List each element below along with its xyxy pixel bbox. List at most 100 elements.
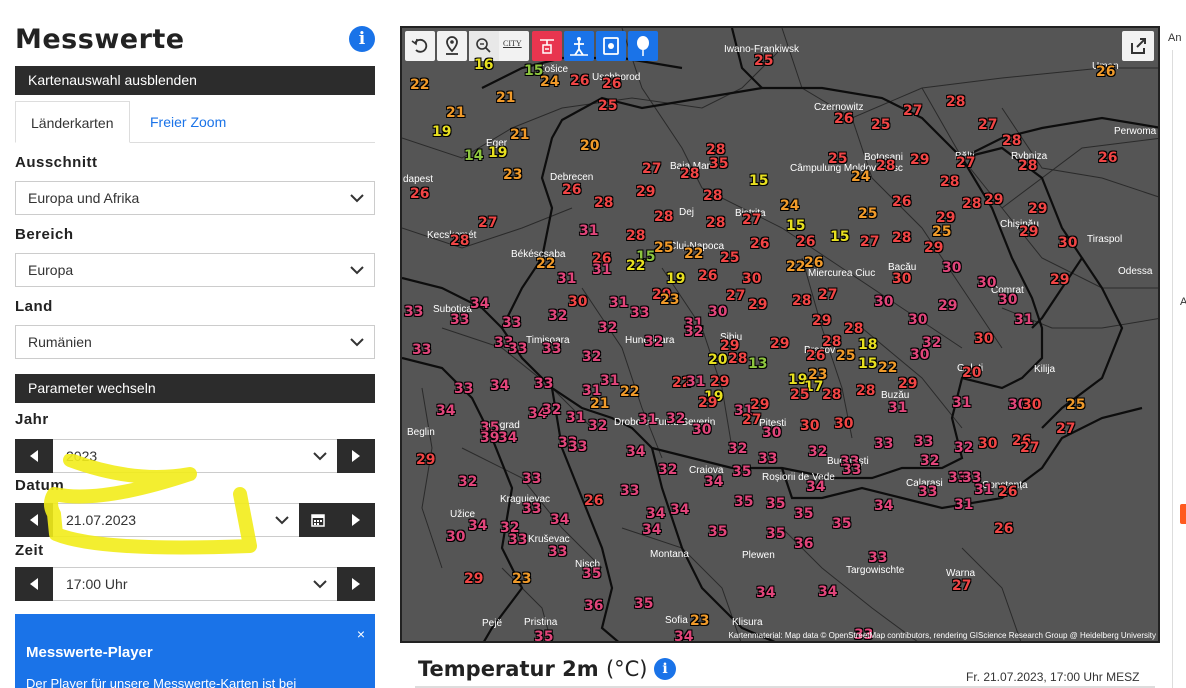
temperature-value[interactable]: 34	[806, 479, 825, 495]
temperature-value[interactable]: 29	[748, 297, 767, 313]
temperature-value[interactable]: 34	[674, 629, 693, 641]
temperature-value[interactable]: 27	[860, 234, 879, 250]
temperature-value[interactable]: 28	[876, 158, 895, 174]
temperature-value[interactable]: 32	[644, 334, 663, 350]
temperature-value[interactable]: 22	[410, 77, 429, 93]
temperature-value[interactable]: 28	[626, 228, 645, 244]
right-accent-tab[interactable]	[1180, 504, 1186, 524]
temperature-value[interactable]: 21	[496, 90, 515, 106]
temperature-value[interactable]: 23	[512, 571, 531, 587]
temperature-value[interactable]: 25	[871, 117, 890, 133]
temperature-value[interactable]: 34	[626, 444, 645, 460]
temperature-value[interactable]: 26	[750, 236, 769, 252]
temperature-value[interactable]: 29	[636, 184, 655, 200]
temperature-value[interactable]: 31	[638, 412, 657, 428]
temperature-value[interactable]: 28	[962, 196, 981, 212]
temperature-value[interactable]: 26	[570, 73, 589, 89]
temperature-value[interactable]: 24	[540, 74, 559, 90]
temperature-value[interactable]: 29	[770, 336, 789, 352]
temperature-value[interactable]: 26	[584, 493, 603, 509]
temperature-value[interactable]: 30	[892, 271, 911, 287]
temperature-value[interactable]: 25	[790, 387, 809, 403]
temperature-value[interactable]: 33	[568, 439, 587, 455]
temperature-value[interactable]: 31	[600, 373, 619, 389]
temperature-value[interactable]: 25	[598, 98, 617, 114]
temperature-value[interactable]: 33	[412, 342, 431, 358]
temperature-value[interactable]: 34	[670, 502, 689, 518]
temperature-value[interactable]: 31	[954, 497, 973, 513]
temperature-value[interactable]: 27	[956, 155, 975, 171]
temperature-value[interactable]: 35	[794, 506, 813, 522]
temperature-value[interactable]: 15	[786, 218, 805, 234]
temperature-value[interactable]: 29	[938, 298, 957, 314]
temperature-value[interactable]: 33	[502, 315, 521, 331]
temperature-value[interactable]: 28	[892, 230, 911, 246]
parameter-bar[interactable]: Parameter wechseln	[15, 374, 375, 403]
temperature-value[interactable]: 20	[962, 365, 981, 381]
temperature-value[interactable]: 29	[984, 192, 1003, 208]
temperature-value[interactable]: 31	[686, 374, 705, 390]
temperature-value[interactable]: 26	[562, 182, 581, 198]
temperature-value[interactable]: 28	[654, 209, 673, 225]
temperature-value[interactable]: 35	[734, 494, 753, 510]
temperature-value[interactable]: 35	[634, 596, 653, 612]
temperature-value[interactable]: 30	[998, 292, 1017, 308]
temperature-value[interactable]: 35	[766, 496, 785, 512]
temperature-value[interactable]: 34	[756, 585, 775, 601]
temperature-value[interactable]: 29	[898, 376, 917, 392]
temperature-value[interactable]: 35	[534, 629, 553, 641]
temperature-value[interactable]: 30	[974, 331, 993, 347]
temperature-value[interactable]: 29	[812, 313, 831, 329]
temperature-value[interactable]: 30	[942, 260, 961, 276]
temperature-value[interactable]: 31	[592, 262, 611, 278]
temperature-value[interactable]: 30	[908, 312, 927, 328]
temperature-value[interactable]: 31	[566, 410, 585, 426]
temperature-value[interactable]: 15	[858, 356, 877, 372]
temperature-value[interactable]: 22	[620, 384, 639, 400]
temperature-value[interactable]: 19	[488, 145, 507, 161]
close-icon[interactable]: ×	[357, 626, 365, 642]
tab-freier-zoom[interactable]: Freier Zoom	[135, 101, 241, 143]
temperature-value[interactable]: 26	[410, 186, 429, 202]
temperature-value[interactable]: 34	[646, 506, 665, 522]
temperature-value[interactable]: 27	[742, 212, 761, 228]
temperature-value[interactable]: 31	[888, 400, 907, 416]
temperature-value[interactable]: 32	[598, 320, 617, 336]
temperature-value[interactable]: 33	[842, 462, 861, 478]
temperature-value[interactable]: 19	[666, 271, 685, 287]
temperature-value[interactable]: 33	[450, 312, 469, 328]
bereich-select[interactable]: Europa	[15, 253, 375, 287]
temperature-value[interactable]: 19	[432, 124, 451, 140]
temperature-value[interactable]: 22	[684, 246, 703, 262]
temperature-value[interactable]: 31	[557, 271, 576, 287]
temperature-value[interactable]: 30	[834, 416, 853, 432]
temperature-value[interactable]: 27	[742, 412, 761, 428]
temperature-value[interactable]: 28	[594, 195, 613, 211]
temperature-value[interactable]: 29	[464, 571, 483, 587]
temperature-value[interactable]: 23	[690, 613, 709, 629]
temperature-value[interactable]: 35	[832, 516, 851, 532]
temperature-value[interactable]: 30	[742, 271, 761, 287]
zeit-next-button[interactable]	[337, 567, 375, 601]
temperature-value[interactable]: 25	[932, 224, 951, 240]
temperature-map[interactable]: CITY Iwano-Frankiwsk Košice Uschhorod Uman C…	[400, 26, 1160, 643]
temperature-value[interactable]: 33	[542, 341, 561, 357]
temperature-value[interactable]: 27	[978, 117, 997, 133]
temperature-value[interactable]: 29	[416, 452, 435, 468]
temperature-value[interactable]: 26	[994, 521, 1013, 537]
temperature-value[interactable]: 30	[692, 422, 711, 438]
temperature-value[interactable]: 23	[660, 292, 679, 308]
datum-prev-button[interactable]	[15, 503, 53, 537]
temperature-value[interactable]: 32	[808, 444, 827, 460]
temperature-value[interactable]: 34	[818, 584, 837, 600]
temperature-value[interactable]: 32	[920, 453, 939, 469]
temperature-value[interactable]: 28	[728, 351, 747, 367]
temperature-value[interactable]: 26	[834, 111, 853, 127]
temperature-value[interactable]: 25	[720, 250, 739, 266]
temperature-value[interactable]: 29	[698, 395, 717, 411]
temperature-value[interactable]: 28	[822, 387, 841, 403]
temperature-value[interactable]: 22	[626, 258, 645, 274]
temperature-value[interactable]: 36	[584, 598, 603, 614]
temperature-value[interactable]: 26	[806, 348, 825, 364]
temperature-value[interactable]: 20	[708, 352, 727, 368]
